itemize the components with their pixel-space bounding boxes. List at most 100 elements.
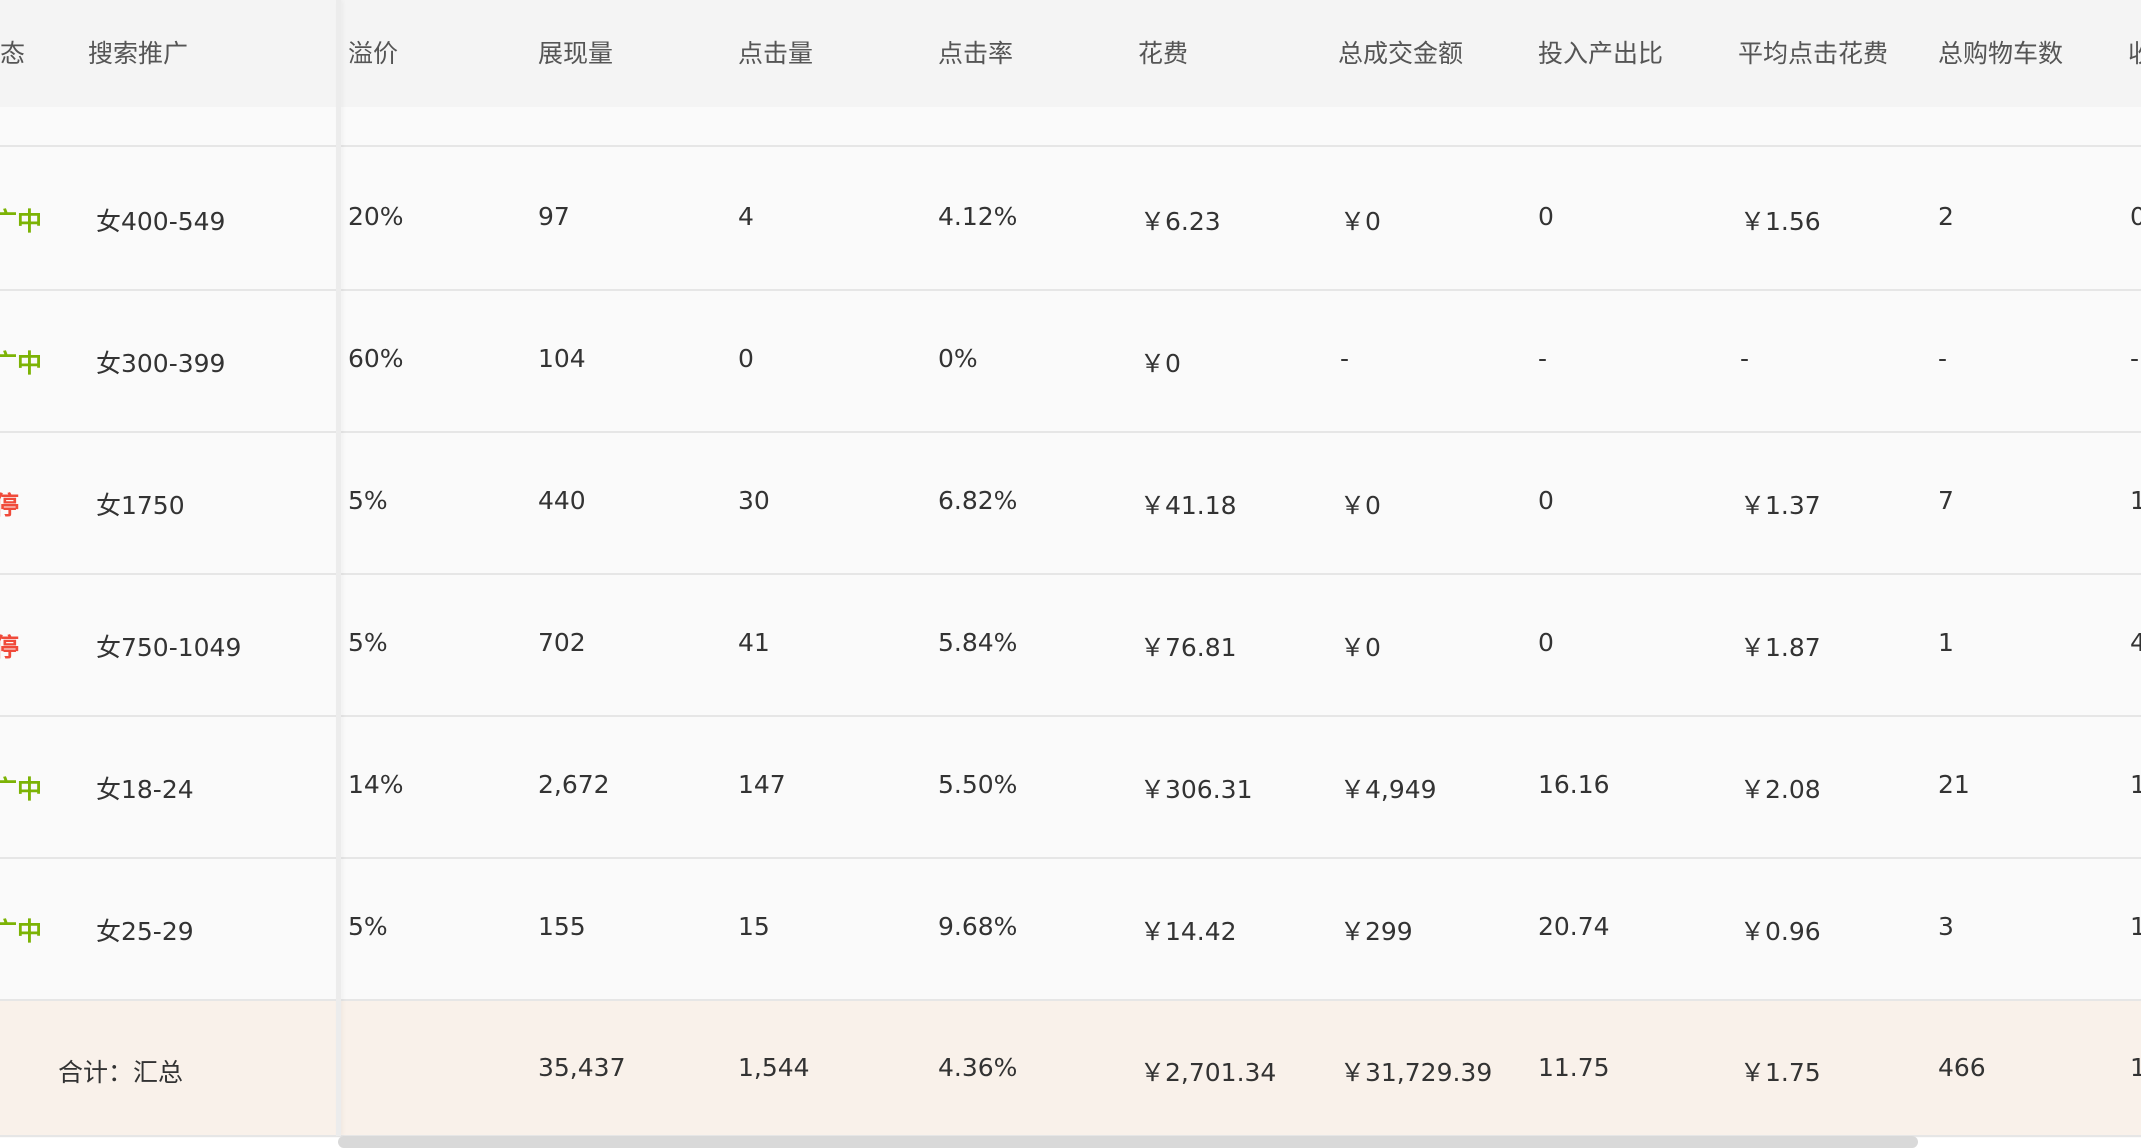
- cpc-value: -: [1740, 344, 1749, 373]
- impressions-value: 155: [538, 912, 586, 941]
- roi-value: 0: [1538, 628, 1554, 657]
- header-cpc[interactable]: 平均点击花费: [1738, 34, 1888, 70]
- header-cost[interactable]: 花费: [1138, 34, 1188, 70]
- extra-value: -: [2130, 344, 2139, 373]
- clicks-value: 41: [738, 628, 770, 657]
- premium-value[interactable]: 5%: [348, 912, 388, 941]
- crowd-name[interactable]: 女18-24: [96, 770, 194, 806]
- summary-impressions: 35,437: [538, 1053, 625, 1082]
- header-carts[interactable]: 总购物车数: [1938, 34, 2063, 70]
- summary-clicks: 1,544: [738, 1053, 810, 1082]
- status-badge: 广中: [0, 344, 42, 380]
- carts-value: 3: [1938, 912, 1954, 941]
- cpc-value: ￥1.56: [1740, 202, 1821, 238]
- premium-value[interactable]: 5%: [348, 486, 388, 515]
- status-badge: 广中: [0, 202, 42, 238]
- fixed-column-divider: [336, 0, 341, 1136]
- impressions-value: 104: [538, 344, 586, 373]
- impressions-value: 440: [538, 486, 586, 515]
- impressions-value: 2,672: [538, 770, 610, 799]
- carts-value: -: [1938, 344, 1947, 373]
- header-premium[interactable]: 溢价: [348, 34, 398, 70]
- summary-carts: 466: [1938, 1053, 1986, 1082]
- table-row: 广中 女25-29 5% 155 15 9.68% ￥14.42 ￥299 20…: [0, 859, 2141, 1001]
- summary-cpc: ￥1.75: [1740, 1053, 1821, 1089]
- impressions-value: 702: [538, 628, 586, 657]
- cpc-value: ￥2.08: [1740, 770, 1821, 806]
- header-impressions[interactable]: 展现量: [538, 34, 613, 70]
- extra-value: 1: [2130, 486, 2141, 515]
- header-status[interactable]: 态: [0, 34, 25, 70]
- roi-value: 0: [1538, 202, 1554, 231]
- gmv-value: -: [1340, 344, 1349, 373]
- header-extra[interactable]: 收: [2128, 34, 2141, 70]
- gmv-value: ￥0: [1340, 486, 1381, 522]
- ctr-value: 5.84%: [938, 628, 1017, 657]
- roi-value: 20.74: [1538, 912, 1610, 941]
- summary-cost: ￥2,701.34: [1140, 1053, 1276, 1089]
- header-roi[interactable]: 投入产出比: [1538, 34, 1663, 70]
- cost-value: ￥6.23: [1140, 202, 1221, 238]
- gmv-value: ￥299: [1340, 912, 1413, 948]
- premium-value[interactable]: 5%: [348, 628, 388, 657]
- summary-gmv: ￥31,729.39: [1340, 1053, 1492, 1089]
- carts-value: 21: [1938, 770, 1970, 799]
- horizontal-scrollbar-thumb[interactable]: [338, 1136, 1918, 1148]
- roi-value: -: [1538, 344, 1547, 373]
- impressions-value: 97: [538, 202, 570, 231]
- crowd-name[interactable]: 女300-399: [96, 344, 225, 380]
- cpc-value: ￥0.96: [1740, 912, 1821, 948]
- status-badge: 停: [0, 628, 19, 664]
- gmv-value: ￥4,949: [1340, 770, 1437, 806]
- summary-label: 合计：汇总: [58, 1053, 183, 1089]
- crowd-name[interactable]: 女1750: [96, 486, 185, 522]
- gmv-value: ￥0: [1340, 628, 1381, 664]
- table-row: 停 女1750 5% 440 30 6.82% ￥41.18 ￥0 0 ￥1.3…: [0, 433, 2141, 575]
- header-gmv[interactable]: 总成交金额: [1338, 34, 1463, 70]
- header-clicks[interactable]: 点击量: [738, 34, 813, 70]
- premium-value[interactable]: 20%: [348, 202, 404, 231]
- summary-row: 合计：汇总 35,437 1,544 4.36% ￥2,701.34 ￥31,7…: [0, 1001, 2141, 1137]
- clicks-value: 4: [738, 202, 754, 231]
- table-row: 停 女750-1049 5% 702 41 5.84% ￥76.81 ￥0 0 …: [0, 575, 2141, 717]
- ctr-value: 5.50%: [938, 770, 1017, 799]
- header-ctr[interactable]: 点击率: [938, 34, 1013, 70]
- summary-roi: 11.75: [1538, 1053, 1610, 1082]
- data-table: 态 搜索推广 溢价 展现量 点击量 点击率 花费 总成交金额 投入产出比 平均点…: [0, 0, 2141, 1148]
- extra-value: 1: [2130, 770, 2141, 799]
- carts-value: 2: [1938, 202, 1954, 231]
- crowd-name[interactable]: 女400-549: [96, 202, 225, 238]
- ctr-value: 6.82%: [938, 486, 1017, 515]
- extra-value: 1: [2130, 912, 2141, 941]
- crowd-name[interactable]: 女25-29: [96, 912, 194, 948]
- cost-value: ￥14.42: [1140, 912, 1237, 948]
- table-row: 广中 女300-399 60% 104 0 0% ￥0 - - - - -: [0, 291, 2141, 433]
- status-badge: 广中: [0, 770, 42, 806]
- cost-value: ￥0: [1140, 344, 1181, 380]
- table-row: 广中 女18-24 14% 2,672 147 5.50% ￥306.31 ￥4…: [0, 717, 2141, 859]
- premium-value[interactable]: 14%: [348, 770, 404, 799]
- summary-ctr: 4.36%: [938, 1053, 1017, 1082]
- carts-value: 1: [1938, 628, 1954, 657]
- clicks-value: 15: [738, 912, 770, 941]
- crowd-name[interactable]: 女750-1049: [96, 628, 241, 664]
- gmv-value: ￥0: [1340, 202, 1381, 238]
- clicks-value: 0: [738, 344, 754, 373]
- clicks-value: 30: [738, 486, 770, 515]
- table-row: 广中 女400-549 20% 97 4 4.12% ￥6.23 ￥0 0 ￥1…: [0, 149, 2141, 291]
- extra-value: 4: [2130, 628, 2141, 657]
- premium-value[interactable]: 60%: [348, 344, 404, 373]
- roi-value: 0: [1538, 486, 1554, 515]
- cost-value: ￥41.18: [1140, 486, 1237, 522]
- cost-value: ￥306.31: [1140, 770, 1252, 806]
- header-search-promotion[interactable]: 搜索推广: [88, 34, 188, 70]
- roi-value: 16.16: [1538, 770, 1610, 799]
- ctr-value: 4.12%: [938, 202, 1017, 231]
- ctr-value: 0%: [938, 344, 978, 373]
- carts-value: 7: [1938, 486, 1954, 515]
- cost-value: ￥76.81: [1140, 628, 1237, 664]
- extra-value: 0: [2130, 202, 2141, 231]
- cpc-value: ￥1.37: [1740, 486, 1821, 522]
- table-header: 态 搜索推广 溢价 展现量 点击量 点击率 花费 总成交金额 投入产出比 平均点…: [0, 0, 2141, 107]
- summary-extra: 1: [2130, 1053, 2141, 1082]
